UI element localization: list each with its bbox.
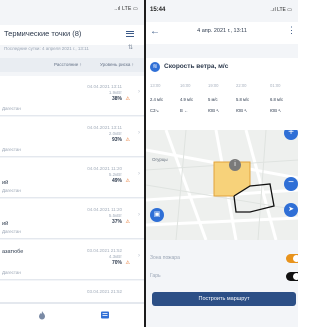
forecast-time: 16:00 [180,83,191,88]
burned-label: Гарь [150,273,161,279]
list-item[interactable]: 04.04.2021 13:11 1.9кВт 38% ⚠ Дагестан › [0,76,144,116]
chevron-right-icon: › [138,171,140,177]
item-timestamp: 04.04.2021 11:20 [87,166,122,171]
item-timestamp: 03.04.2021 21:52 [86,248,122,253]
forecast-direction: В ← [180,108,189,113]
period-subtitle: Последние сутки: 4 апреля 2021 г., 13:11 [4,46,89,51]
item-timestamp: 04.04.2021 11:20 [87,207,122,212]
zoom-out-icon[interactable]: − [284,177,298,191]
item-power: 5.2кВт [108,172,122,177]
item-name: ий [2,221,9,227]
fire-zone-label: Зона пожара [150,255,180,261]
item-risk: 37% [111,219,122,225]
info-pin-icon[interactable]: i [229,159,241,171]
nav-title: 4 апр. 2021 г., 13:11 [197,28,247,34]
item-power: 1.9кВт [108,90,122,95]
item-timestamp: 04.04.2021 13:11 [87,125,122,130]
item-power: 5.5кВт [108,213,122,218]
wind-icon: ≋ [150,62,160,72]
forecast-time: 01:00 [270,83,281,88]
item-place: Дагестан [2,270,21,275]
column-distance[interactable]: Расстояние ↑ [54,62,82,67]
item-name: азатюбе [2,249,24,255]
map-view[interactable]: Огурцы i ▣ + − ➤ [146,130,298,240]
layers-icon[interactable]: ▣ [150,208,164,222]
item-power: 2.0кВт [108,131,122,136]
item-timestamp: 04.04.2021 13:11 [87,84,122,89]
locate-icon[interactable]: ➤ [284,203,298,217]
burned-toggle[interactable] [286,272,298,281]
forecast-speed: 4.9 м/с [180,97,194,102]
more-icon[interactable]: ⋮ [287,25,296,36]
filter-menu-icon[interactable] [126,29,134,37]
item-risk: 70% [111,260,122,266]
forecast-direction: ЮВ ↖ [270,108,282,113]
map-place-label: Огурцы [152,157,168,162]
status-bar: ..ıl LTE ▭ [114,6,138,12]
warning-icon: ⚠ [125,219,130,225]
list-item[interactable]: 04.04.2021 11:20 5.2кВт 49% ⚠ ий Дагеста… [0,158,144,198]
status-time: 15:44 [150,7,166,13]
item-power: 4.3кВт [108,254,122,259]
burned-row: Гарь [146,270,298,286]
nav-bar: ← 4 апр. 2021 г., 13:11 ⋮ [146,22,298,44]
status-bar: ..ıl LTE ▭ [270,7,292,13]
screenshot: ..ıl LTE ▭ Термические точки (8) Последн… [0,0,298,327]
forecast-direction: СЗ↘ [150,108,160,113]
thermal-points-screen: ..ıl LTE ▭ Термические точки (8) Последн… [0,0,144,327]
warning-icon: ⚠ [125,96,130,102]
forecast-time: 19:00 [208,83,219,88]
fire-zone-toggle[interactable] [286,254,298,263]
forecast-direction: ЮВ ↖ [236,108,248,113]
column-risk[interactable]: Уровень риска ↑ [100,62,134,67]
item-risk: 93% [111,137,122,143]
thermal-point-detail-screen: 15:44 ..ıl LTE ▭ ← 4 апр. 2021 г., 13:11… [146,0,298,327]
item-risk: 49% [111,178,122,184]
fire-zone-row: Зона пожара [146,252,298,268]
column-headers: Расстояние ↑ Уровень риска ↑ [0,58,144,72]
page-title: Термические точки (8) [4,29,82,38]
chevron-right-icon: › [138,89,140,95]
chevron-right-icon: › [138,253,140,259]
build-route-button[interactable]: Построить маршрут [152,292,296,306]
list-item[interactable]: 03.04.2021 21:52 4.3кВт 70% ⚠ азатюбе Да… [0,240,144,280]
forecast-speed: 2.4 м/с [150,97,164,102]
list-item[interactable]: 04.04.2021 11:20 5.5кВт 37% ⚠ ий Дагеста… [0,199,144,239]
list-item[interactable]: 04.04.2021 13:11 2.0кВт 93% ⚠ Дагестан › [0,117,144,157]
header: Термические точки (8) [0,25,144,45]
warning-icon: ⚠ [125,178,130,184]
map-roads [146,130,298,240]
item-place: Дагестан [2,188,21,193]
wind-title: Скорость ветра, м/с [164,63,229,70]
item-timestamp: 03.04.2021 21:52 [86,289,122,294]
item-name: ий [2,180,9,186]
item-place: Дагестан [2,106,21,111]
fire-tab-icon[interactable] [37,310,47,320]
item-place: Дагестан [2,229,21,234]
forecast-time: 22:00 [236,83,247,88]
warning-icon: ⚠ [125,137,130,143]
item-risk: 38% [111,96,122,102]
item-place: Дагестан [2,147,21,152]
sort-icon[interactable]: ⇅ [128,44,133,51]
list-item[interactable]: 03.04.2021 21:52 [0,281,144,303]
tab-bar [0,303,144,327]
forecast-direction: ЮВ ↖ [208,108,220,113]
list-tab-icon[interactable] [100,310,110,320]
forecast-time: 13:00 [150,83,161,88]
forecast-speed: 6.8 м/с [270,97,284,102]
warning-icon: ⚠ [125,260,130,266]
chevron-right-icon: › [138,212,140,218]
wind-forecast-card: ≋ Скорость ветра, м/с 13:00 2.4 м/с СЗ↘ … [146,58,298,130]
chevron-right-icon: › [138,130,140,136]
forecast-speed: 5 м/с [208,97,218,102]
forecast-speed: 5.8 м/с [236,97,250,102]
